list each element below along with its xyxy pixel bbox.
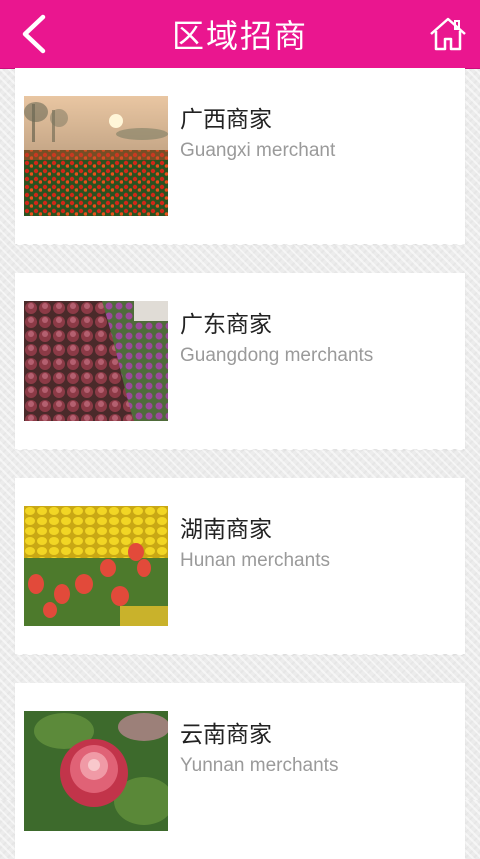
merchant-name: 广西商家: [180, 107, 272, 133]
merchant-subtitle: Yunnan merchants: [180, 755, 339, 776]
merchant-thumbnail: [24, 506, 168, 626]
merchant-thumbnail: [24, 301, 168, 421]
home-button[interactable]: [426, 12, 470, 56]
card-edge: [15, 240, 465, 250]
merchant-item-guangxi[interactable]: 广西商家 Guangxi merchant: [15, 68, 465, 250]
merchant-subtitle: Guangdong merchants: [180, 345, 374, 366]
card-edge: [15, 650, 465, 660]
merchant-name: 广东商家: [180, 312, 272, 338]
card-edge: [15, 445, 465, 455]
merchant-thumbnail: [24, 96, 168, 216]
merchant-subtitle: Guangxi merchant: [180, 140, 336, 161]
page-title: 区域招商: [171, 17, 308, 55]
merchant-item-hunan[interactable]: 湖南商家 Hunan merchants: [15, 478, 465, 660]
merchant-item-guangdong[interactable]: 广东商家 Guangdong merchants: [15, 273, 465, 455]
merchant-name: 云南商家: [180, 722, 272, 748]
merchant-name: 湖南商家: [180, 517, 272, 543]
home-icon: [430, 17, 466, 51]
merchant-item-yunnan[interactable]: 云南商家 Yunnan merchants: [15, 683, 465, 859]
merchant-thumbnail: [24, 711, 168, 831]
merchant-subtitle: Hunan merchants: [180, 550, 330, 571]
top-bar: 区域招商: [0, 0, 480, 69]
